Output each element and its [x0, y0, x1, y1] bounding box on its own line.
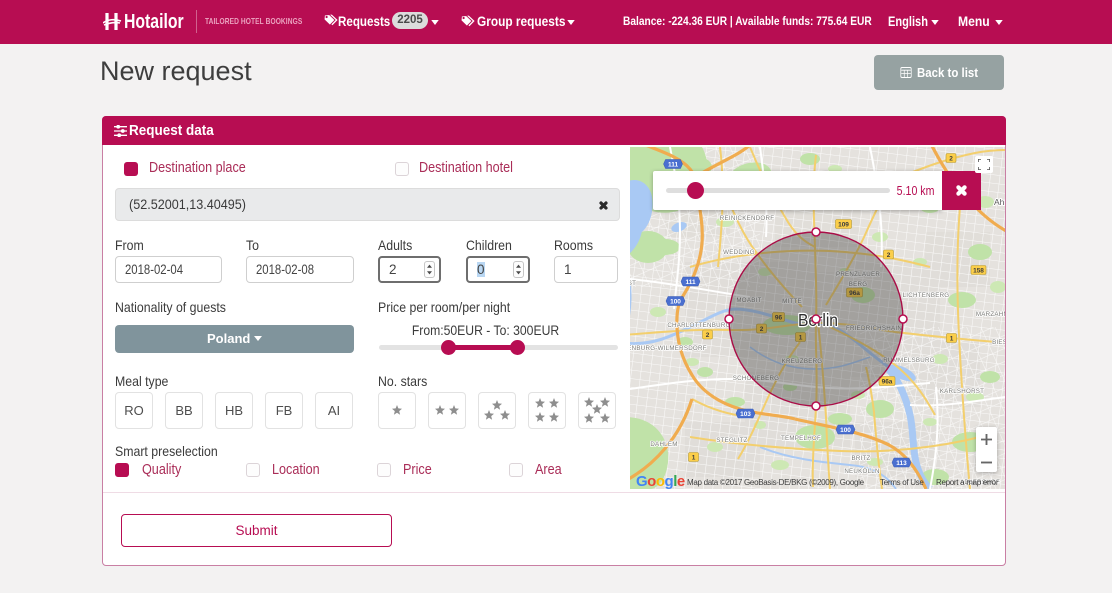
svg-text:109: 109	[838, 221, 849, 228]
svg-text:111: 111	[668, 161, 679, 168]
svg-text:103: 103	[740, 411, 751, 418]
svg-text:NEUKÖLLN: NEUKÖLLN	[844, 468, 879, 475]
svg-text:111: 111	[685, 279, 696, 286]
svg-text:ST: ST	[630, 280, 636, 287]
svg-text:REINICKENDORF: REINICKENDORF	[720, 215, 774, 222]
svg-text:100: 100	[840, 427, 851, 434]
svg-text:158: 158	[973, 267, 984, 274]
svg-text:100: 100	[670, 298, 681, 305]
svg-text:WEDDING: WEDDING	[723, 249, 755, 256]
svg-text:CHARLOTTENBURG: CHARLOTTENBURG	[667, 322, 730, 329]
svg-text:96a: 96a	[882, 378, 893, 385]
svg-text:2: 2	[706, 332, 710, 339]
svg-text:KARLSHORST: KARLSHORST	[940, 388, 984, 395]
svg-text:DAHLEM: DAHLEM	[650, 441, 677, 448]
svg-text:Ahrensfelde: Ahrensfelde	[994, 197, 1005, 207]
svg-text:LICHTENBERG: LICHTENBERG	[903, 292, 950, 299]
svg-text:MARZAHN: MARZAHN	[976, 311, 1005, 318]
svg-text:2: 2	[949, 155, 953, 162]
svg-text:BIESD: BIESD	[992, 339, 1005, 346]
svg-text:1: 1	[950, 335, 954, 342]
svg-text:1: 1	[692, 454, 696, 461]
svg-text:TEMPELHOF: TEMPELHOF	[781, 435, 821, 442]
svg-text:113: 113	[896, 460, 907, 467]
svg-text:2: 2	[887, 252, 891, 259]
svg-text:BRITZ: BRITZ	[851, 455, 870, 462]
svg-text:ENBURG-WILMERSDORF: ENBURG-WILMERSDORF	[630, 345, 707, 352]
svg-text:STEGLITZ: STEGLITZ	[716, 437, 748, 444]
